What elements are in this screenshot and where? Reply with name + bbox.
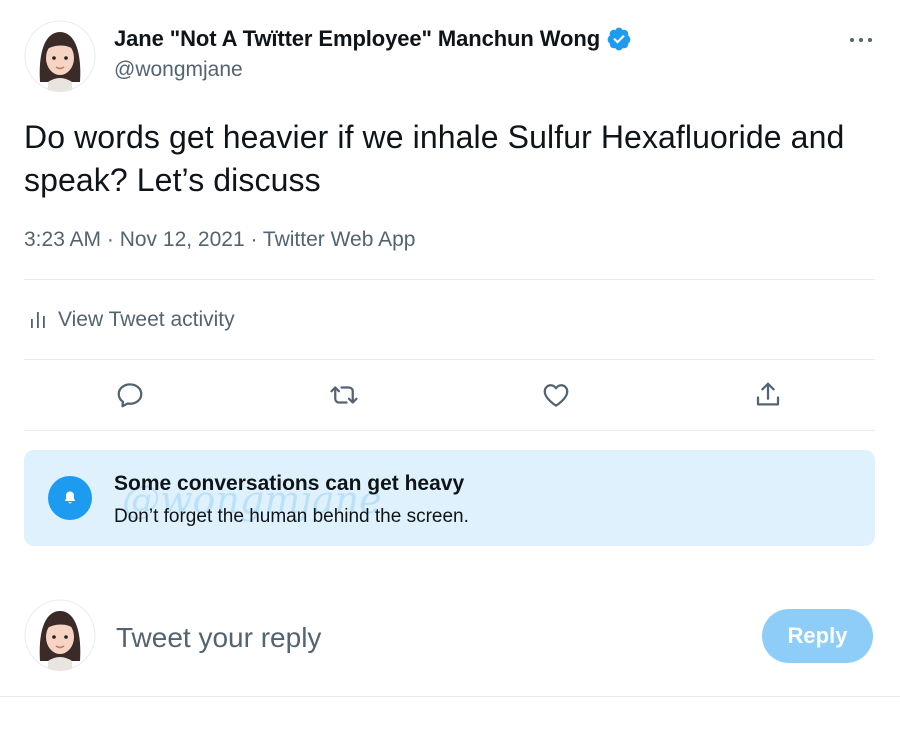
reply-icon [117, 383, 143, 408]
tweet-text: Do words get heavier if we inhale Sulfur… [24, 119, 845, 198]
author-avatar[interactable] [24, 20, 96, 92]
tweet-meta[interactable]: 3:23 AM · Nov 12, 2021 · Twitter Web App [24, 228, 415, 252]
divider [24, 430, 875, 431]
author-handle[interactable]: @wongmjane [114, 58, 243, 82]
author-name-text[interactable]: Jane "Not A Twïtter Employee" Manchun Wo… [114, 26, 600, 52]
divider [24, 359, 875, 360]
verified-badge-icon [606, 26, 632, 52]
divider [0, 696, 900, 697]
notice-title: Some conversations can get heavy [114, 472, 465, 495]
reply-input[interactable] [116, 616, 736, 660]
view-tweet-activity-link[interactable]: View Tweet activity [28, 308, 235, 332]
view-tweet-activity-label[interactable]: View Tweet activity [58, 308, 235, 332]
more-options-button[interactable] [846, 30, 876, 50]
divider [24, 279, 875, 280]
reply-action-button[interactable] [113, 378, 147, 412]
like-icon [543, 384, 569, 407]
analytics-icon [31, 312, 45, 328]
heavy-conversation-notice: @wongmjane Some conversations can get he… [24, 450, 875, 546]
dot-icon [868, 38, 872, 42]
share-icon [756, 382, 780, 406]
retweet-action-button[interactable] [327, 378, 361, 412]
share-action-button[interactable] [751, 378, 785, 412]
author-name[interactable]: Jane "Not A Twïtter Employee" Manchun Wo… [114, 26, 632, 52]
dot-icon [859, 38, 863, 42]
dot-icon [850, 38, 854, 42]
current-user-avatar[interactable] [24, 599, 96, 671]
reply-button[interactable]: Reply [762, 609, 873, 663]
like-action-button[interactable] [539, 378, 573, 412]
bell-icon [48, 476, 92, 520]
notice-body: Don’t forget the human behind the screen… [114, 506, 469, 527]
retweet-icon [330, 386, 358, 404]
